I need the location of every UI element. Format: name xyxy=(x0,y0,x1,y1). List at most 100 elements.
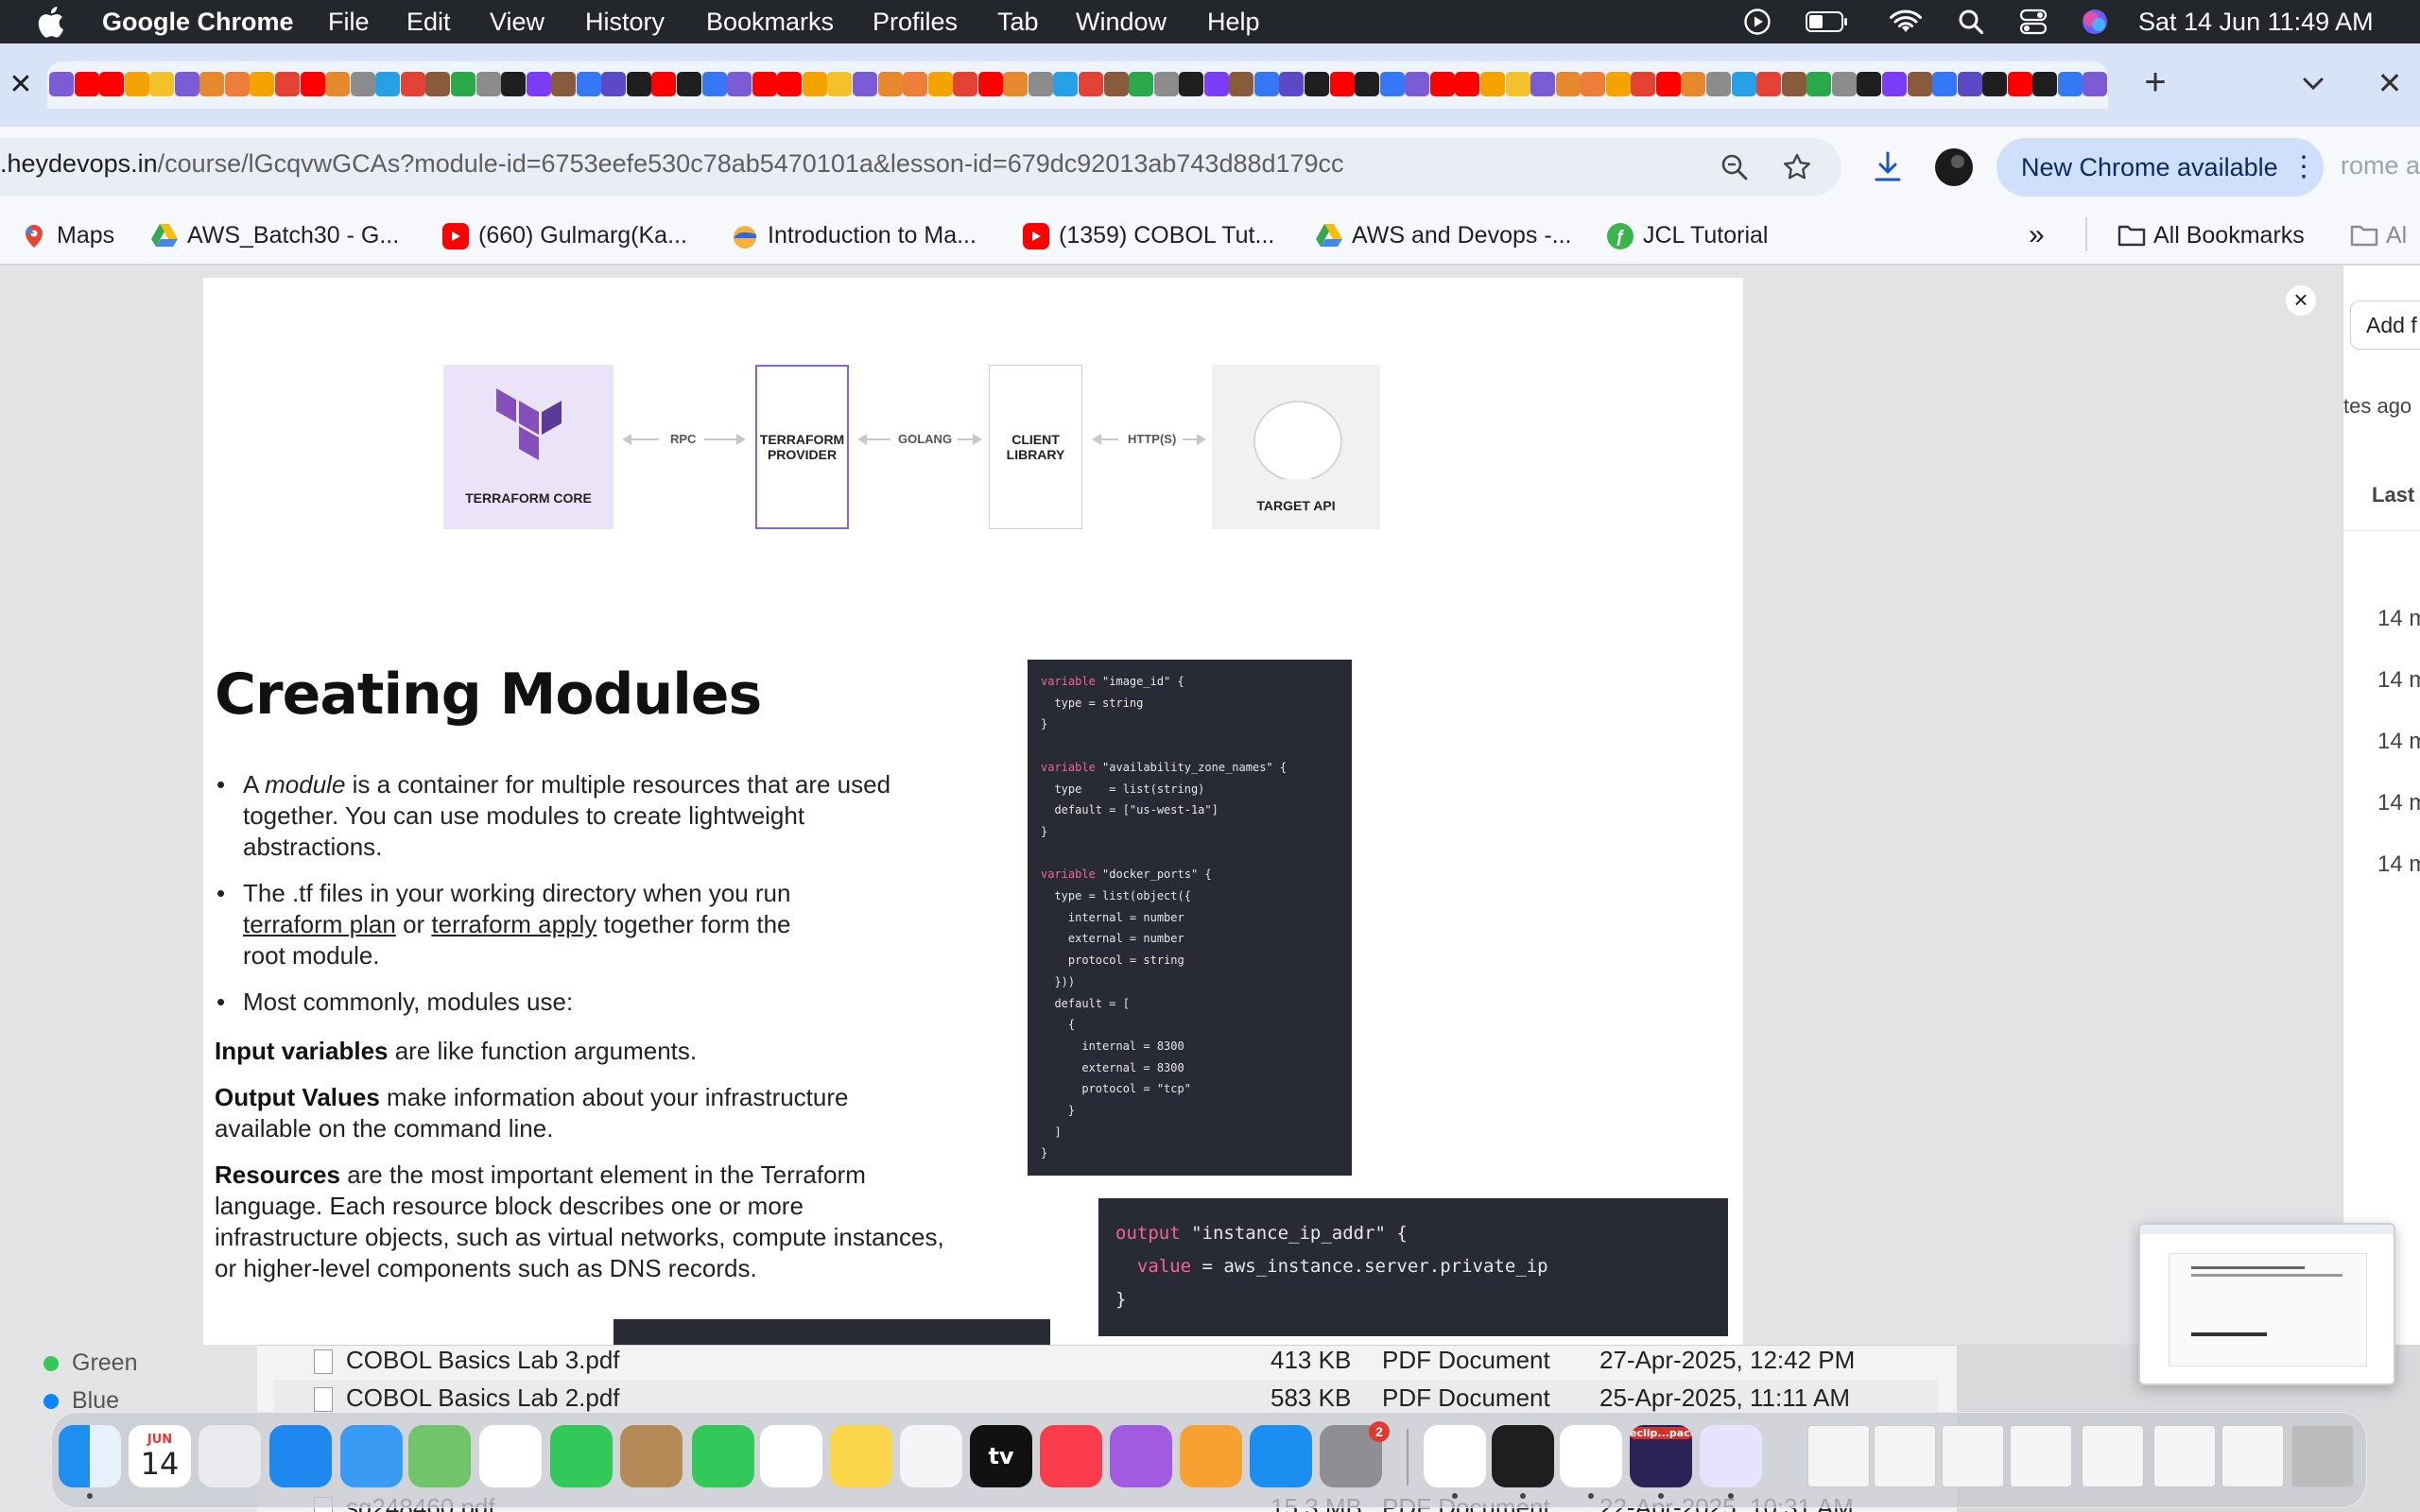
screenshot-preview-thumbnail[interactable] xyxy=(2138,1223,2395,1385)
gmail-icon[interactable] xyxy=(1756,72,1782,96)
eclipse-icon[interactable]: eclip...pace xyxy=(1630,1425,1692,1487)
gmail-icon[interactable] xyxy=(1631,72,1656,96)
globe-icon[interactable] xyxy=(1153,72,1179,96)
gmail-icon[interactable] xyxy=(953,72,978,96)
chrome-icon[interactable] xyxy=(1424,1425,1486,1487)
url-text[interactable]: .heydevops.in/course/lGcqvwGCAs?module-i… xyxy=(0,149,1344,179)
youtube-icon[interactable] xyxy=(977,72,1003,96)
minimized-window-thumbnail[interactable] xyxy=(2153,1425,2216,1487)
google-drive-icon[interactable] xyxy=(1129,72,1154,96)
app-store-icon[interactable] xyxy=(1250,1425,1312,1487)
gmail-icon[interactable] xyxy=(275,72,301,96)
github-icon[interactable] xyxy=(1305,72,1330,96)
youtube-icon[interactable] xyxy=(99,72,125,96)
photo-icon[interactable] xyxy=(1907,72,1932,96)
photo-icon[interactable] xyxy=(1103,72,1129,96)
bookmark-aws-devops[interactable]: AWS and Devops -... xyxy=(1316,220,1572,250)
tab-search-chevron-icon[interactable] xyxy=(2290,62,2337,104)
google-drive-icon[interactable] xyxy=(1806,72,1832,96)
menu-help[interactable]: Help xyxy=(1207,8,1260,37)
menu-app-name[interactable]: Google Chrome xyxy=(102,8,294,37)
vscode-icon[interactable] xyxy=(1560,1425,1622,1487)
new-tab-button[interactable]: + xyxy=(2135,62,2176,104)
wifi-icon[interactable] xyxy=(1889,0,1923,43)
amazon-icon[interactable] xyxy=(325,72,351,96)
facetime-icon[interactable] xyxy=(550,1425,613,1487)
slack-icon[interactable] xyxy=(1605,72,1631,96)
reminders-icon[interactable] xyxy=(760,1425,822,1487)
youtube-icon[interactable] xyxy=(300,72,325,96)
menu-history[interactable]: History xyxy=(585,8,665,37)
download-icon[interactable] xyxy=(1866,146,1910,189)
github-icon[interactable] xyxy=(626,72,651,96)
menu-edit[interactable]: Edit xyxy=(406,8,451,37)
play-circle-icon[interactable] xyxy=(1741,0,1773,43)
contacts-icon[interactable] xyxy=(620,1425,683,1487)
finder-icon[interactable] xyxy=(59,1425,121,1487)
slack-icon[interactable] xyxy=(802,72,827,96)
terraform-apply-link[interactable]: terraform apply xyxy=(431,910,596,938)
docs-icon[interactable] xyxy=(1505,72,1530,96)
calendar-icon[interactable]: JUN 14 xyxy=(129,1425,191,1487)
chrome-menu-icon[interactable]: ⋮ xyxy=(2290,147,2318,187)
chatgpt-icon[interactable] xyxy=(1053,72,1079,96)
menu-file[interactable]: File xyxy=(328,8,370,37)
menu-window[interactable]: Window xyxy=(1076,8,1167,37)
chrome-icon[interactable] xyxy=(576,72,601,96)
menu-bookmarks[interactable]: Bookmarks xyxy=(706,8,834,37)
control-center-icon[interactable] xyxy=(2017,0,2049,43)
zoom-icon[interactable] xyxy=(1713,146,1756,189)
youtube-icon[interactable] xyxy=(1655,72,1681,96)
chatgpt-icon[interactable] xyxy=(1731,72,1756,96)
heydevops-icon[interactable] xyxy=(852,72,877,96)
chrome-icon[interactable] xyxy=(1379,72,1405,96)
add-file-button[interactable]: Add f xyxy=(2350,301,2420,350)
docs-icon[interactable] xyxy=(149,72,175,96)
github-icon[interactable] xyxy=(501,72,527,96)
flower-app-icon[interactable] xyxy=(1700,1425,1762,1487)
github-icon[interactable] xyxy=(1982,72,2008,96)
freeform-icon[interactable] xyxy=(900,1425,962,1487)
docs-icon[interactable] xyxy=(827,72,853,96)
gmail-icon[interactable] xyxy=(1079,72,1103,96)
photos-icon[interactable] xyxy=(479,1425,542,1487)
amazon-icon[interactable] xyxy=(877,72,903,96)
aws-icon[interactable] xyxy=(224,72,250,96)
bookmark-jcl-tutorial[interactable]: ƒ JCL Tutorial xyxy=(1607,220,1768,250)
apple-menu-icon[interactable] xyxy=(36,6,64,38)
heydevops-icon[interactable] xyxy=(2083,72,2108,96)
youtube-icon[interactable] xyxy=(2007,72,2032,96)
globe-icon[interactable] xyxy=(1706,72,1732,96)
github-icon[interactable] xyxy=(1857,72,1882,96)
chrome-update-button[interactable]: New Chrome available xyxy=(1996,138,2324,197)
launchpad-icon[interactable] xyxy=(199,1425,261,1487)
finder-tag-blue[interactable]: Blue xyxy=(43,1387,119,1415)
slack-icon[interactable] xyxy=(250,72,275,96)
slack-icon[interactable] xyxy=(927,72,953,96)
youtube-icon[interactable] xyxy=(1329,72,1355,96)
terraform-plan-link[interactable]: terraform plan xyxy=(243,910,396,938)
minimized-window-thumbnail[interactable] xyxy=(1942,1425,2004,1487)
close-icon[interactable]: ✕ xyxy=(8,68,34,102)
minimized-window-thumbnail[interactable] xyxy=(1807,1425,1870,1487)
youtube-icon[interactable] xyxy=(74,72,99,96)
chatgpt-icon[interactable] xyxy=(375,72,401,96)
photo-icon[interactable] xyxy=(1229,72,1254,96)
amazon-icon[interactable] xyxy=(199,72,225,96)
heydevops-icon[interactable] xyxy=(727,72,752,96)
minimized-window-thumbnail[interactable] xyxy=(2221,1425,2284,1487)
amazon-icon[interactable] xyxy=(1681,72,1706,96)
menubar-clock[interactable]: Sat 14 Jun 11:49 AM xyxy=(2138,8,2374,37)
bookmark-gulmarg[interactable]: (660) Gulmarg(Ka... xyxy=(442,220,687,250)
music-icon[interactable] xyxy=(1040,1425,1102,1487)
aws-icon[interactable] xyxy=(903,72,928,96)
window-close-icon[interactable]: ✕ xyxy=(2369,62,2411,104)
github-icon[interactable] xyxy=(1355,72,1380,96)
photo-icon[interactable] xyxy=(551,72,577,96)
extension-icon[interactable] xyxy=(526,72,551,96)
photo-icon[interactable] xyxy=(425,72,451,96)
gmail-icon[interactable] xyxy=(400,72,425,96)
youtube-icon[interactable] xyxy=(777,72,803,96)
globe-icon[interactable] xyxy=(1028,72,1053,96)
heydevops-icon[interactable] xyxy=(1530,72,1556,96)
